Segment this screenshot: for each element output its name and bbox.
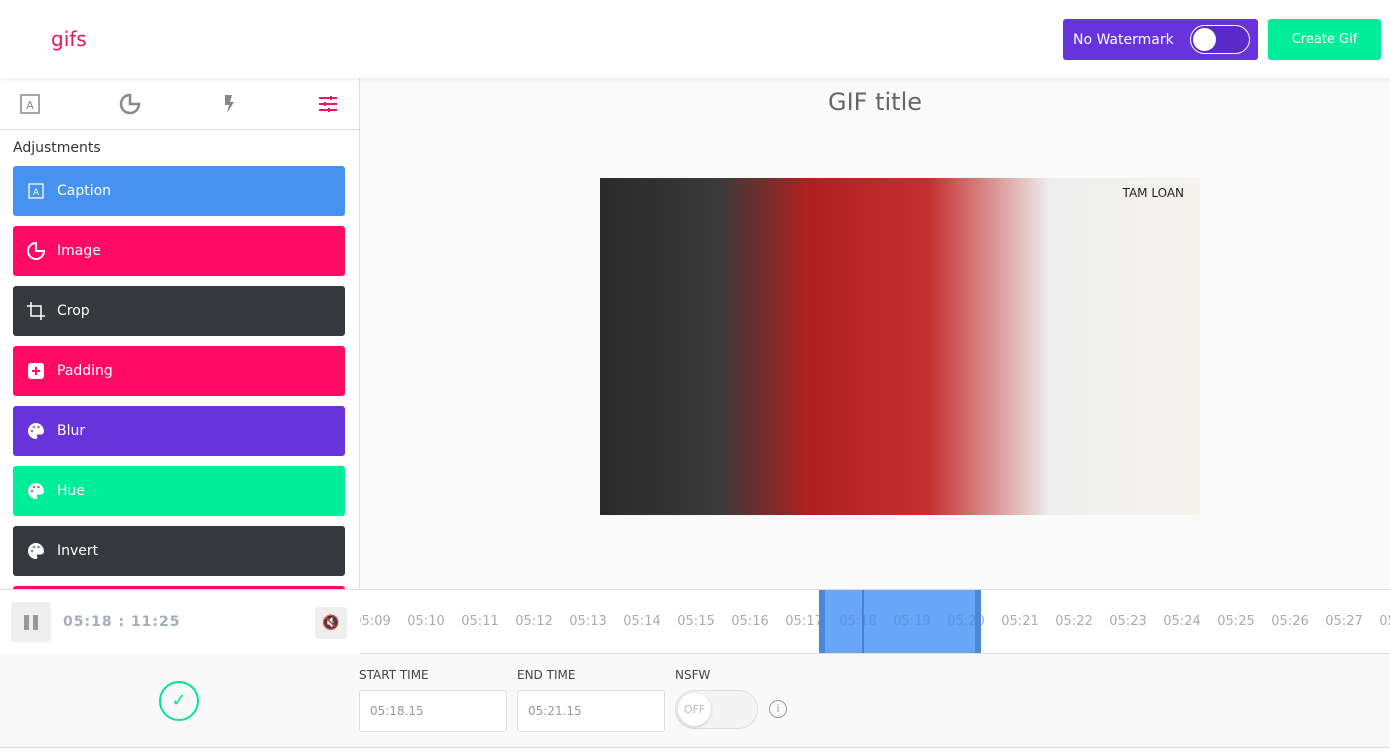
button-label: Padding <box>57 363 113 379</box>
header: gifs No Watermark Create Gif <box>0 0 1390 78</box>
timeline-tick: 05:09 <box>360 614 391 629</box>
sidebar-tabs: A <box>0 78 359 130</box>
toggle-switch[interactable] <box>1190 25 1250 54</box>
start-time-label: START TIME <box>359 668 429 682</box>
palette-icon <box>28 543 44 559</box>
timeline-tick: 05:12 <box>515 614 553 629</box>
nsfw-toggle[interactable]: OFF <box>675 690 758 729</box>
start-time-input[interactable]: 05:18.15 <box>359 690 507 732</box>
current-time: 05:18 <box>63 614 113 630</box>
sticker-icon[interactable] <box>118 92 142 116</box>
caption-icon: A <box>28 183 44 199</box>
sidebar: A Adjustments A Caption Image Crop Padding Bl… <box>0 78 360 589</box>
crop-icon <box>27 302 45 320</box>
timeline-tick: 05:24 <box>1163 614 1201 629</box>
video-preview[interactable]: TAM LOAN <box>600 178 1200 515</box>
duration: 11:25 <box>130 614 181 630</box>
timeline[interactable]: 05:09 05:10 05:11 05:12 05:13 05:14 05:15 05:16… <box>360 589 1390 654</box>
svg-text:A: A <box>26 99 34 112</box>
timeline-tick: 05:10 <box>407 614 445 629</box>
timeline-tick: 05:26 <box>1271 614 1309 629</box>
no-watermark-toggle[interactable]: No Watermark <box>1063 19 1258 60</box>
playhead[interactable] <box>862 590 864 653</box>
button-label: Image <box>57 243 101 259</box>
gif-title[interactable]: GIF title <box>360 88 1390 116</box>
timeline-tick: 05:27 <box>1325 614 1363 629</box>
button-label: Invert <box>57 543 99 559</box>
timeline-tick: 05:15 <box>677 614 715 629</box>
muted-speaker-icon: 🔇 <box>322 615 340 631</box>
confirm-check-button[interactable]: ✓ <box>159 681 199 721</box>
timeline-tick: 05:23 <box>1109 614 1147 629</box>
adjustment-hue-button[interactable]: Hue <box>13 466 345 516</box>
pause-button[interactable] <box>11 602 51 642</box>
palette-icon <box>28 423 44 439</box>
palette-icon <box>28 483 44 499</box>
adjustment-blur-button[interactable]: Blur <box>13 406 345 456</box>
button-label: Caption <box>57 183 112 199</box>
logo[interactable]: gifs <box>51 27 87 51</box>
end-time-label: END TIME <box>517 668 576 682</box>
create-gif-button[interactable]: Create Gif <box>1268 19 1381 60</box>
timeline-tick: 05:28 <box>1379 614 1390 629</box>
check-icon: ✓ <box>171 690 187 711</box>
timeline-tick: 05:21 <box>1001 614 1039 629</box>
adjustment-caption-button[interactable]: A Caption <box>13 166 345 216</box>
adjustment-padding-button[interactable]: Padding <box>13 346 345 396</box>
sticker-icon <box>27 241 46 260</box>
selection-range[interactable] <box>819 590 981 653</box>
lightning-icon[interactable] <box>217 92 241 116</box>
adjustment-image-button[interactable]: Image <box>13 226 345 276</box>
adjustments-icon[interactable] <box>316 92 340 116</box>
svg-text:A: A <box>33 188 40 198</box>
toggle-knob <box>1193 28 1216 51</box>
timeline-tick: 05:14 <box>623 614 661 629</box>
nsfw-knob: OFF <box>678 693 711 726</box>
time-readout: 05:18 : 11:25 <box>63 614 181 630</box>
timeline-tick: 05:11 <box>461 614 499 629</box>
section-title: Adjustments <box>13 140 101 156</box>
timeline-tick: 05:16 <box>731 614 769 629</box>
info-icon[interactable]: i <box>769 700 787 718</box>
adjustment-invert-button[interactable]: Invert <box>13 526 345 576</box>
plus-square-icon <box>28 363 44 379</box>
caption-icon[interactable]: A <box>18 92 42 116</box>
button-label: Blur <box>57 423 86 439</box>
preview-area: GIF title TAM LOAN <box>360 78 1390 589</box>
adjustment-crop-button[interactable]: Crop <box>13 286 345 336</box>
timeline-tick: 05:22 <box>1055 614 1093 629</box>
end-time-input[interactable]: 05:21.15 <box>517 690 665 732</box>
timeline-tick: 05:13 <box>569 614 607 629</box>
time-separator: : <box>118 614 126 630</box>
player-controls: 05:18 : 11:25 🔇 <box>0 589 360 654</box>
video-watermark-logo: TAM LOAN <box>1122 186 1184 200</box>
timeline-tick: 05:25 <box>1217 614 1255 629</box>
nsfw-label: NSFW <box>675 668 711 682</box>
button-label: Crop <box>57 303 90 319</box>
button-label: Hue <box>57 483 86 499</box>
trim-panel: ✓ START TIME 05:18.15 END TIME 05:21.15 … <box>0 654 1390 748</box>
watermark-label: No Watermark <box>1073 31 1174 48</box>
mute-button[interactable]: 🔇 <box>315 607 347 639</box>
